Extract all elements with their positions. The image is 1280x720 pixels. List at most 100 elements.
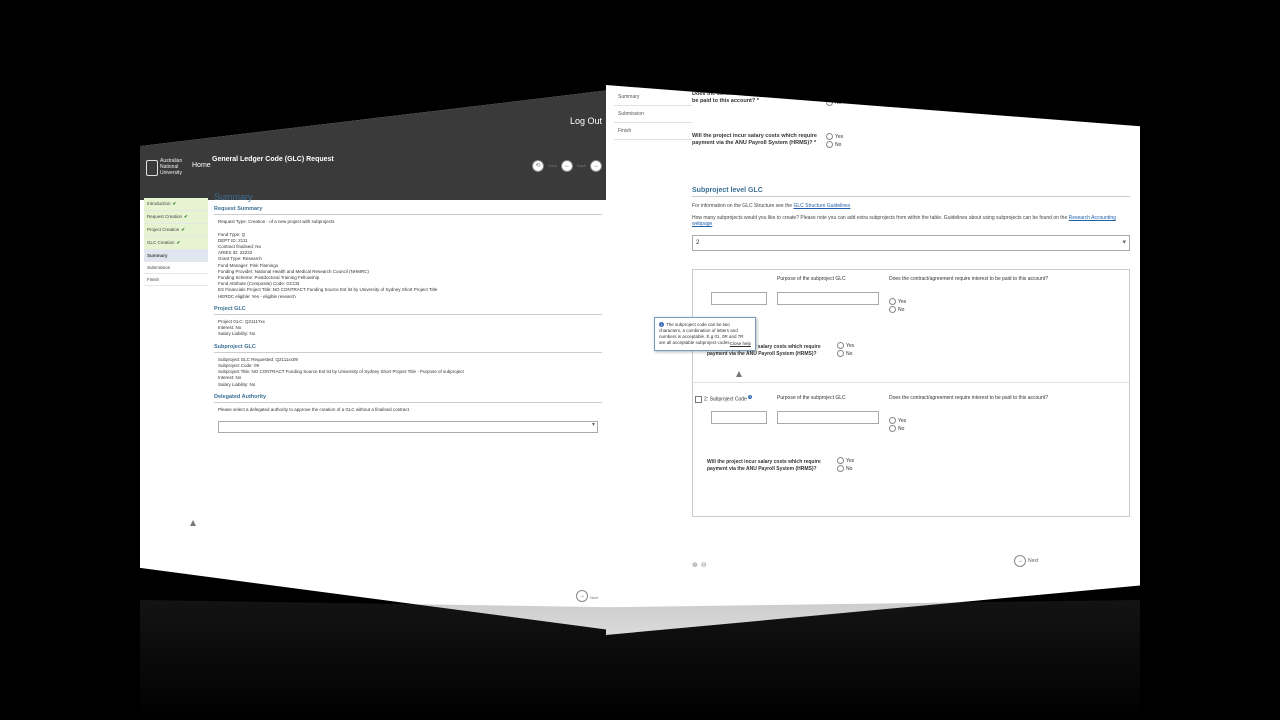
row1-salary-no[interactable]: No	[837, 350, 854, 358]
sidebar-item-summary[interactable]: Summary	[614, 89, 692, 106]
row2-salary-yes[interactable]: Yes	[837, 457, 854, 465]
herdc-eligible: HERDC eligible: Yes - eligible research	[218, 293, 296, 299]
save-button[interactable]: ⟲	[532, 160, 544, 172]
row1-interest-no[interactable]: No	[889, 306, 906, 314]
sidebar-item-label: GLC Creation	[147, 240, 175, 245]
toolbar: ⟲ Save ← Back → Next	[532, 160, 610, 172]
radio-icon	[837, 457, 844, 465]
subproject-level-heading: Subproject level GLC	[692, 187, 1130, 197]
sidebar-item-project-creation[interactable]: Project Creation ✔	[144, 224, 208, 237]
row2-salary-radios: Yes No	[837, 457, 854, 473]
purpose-column-header: Purpose of the subproject GLC	[777, 276, 846, 282]
sidebar-item-label: Introduction	[147, 201, 171, 206]
salary-no-option[interactable]: No	[826, 141, 843, 149]
mouse-cursor-icon	[736, 371, 742, 377]
help-icon[interactable]: ?	[748, 395, 753, 399]
steps-sidebar-right: Summary Submission Finish	[614, 89, 692, 140]
row1-interest-yes[interactable]: Yes	[889, 298, 906, 306]
radio-icon	[889, 425, 896, 433]
row-index: 2	[704, 396, 707, 403]
row2-salary-question: Will the project incur salary costs whic…	[707, 459, 821, 472]
mouse-cursor-icon	[190, 520, 196, 526]
right-next-label: Next	[1028, 558, 1039, 564]
interest-no-option[interactable]: No	[826, 99, 843, 107]
row2-interest-no[interactable]: No	[889, 425, 906, 433]
sidebar-item-introduction[interactable]: Introduction ✔	[144, 198, 208, 211]
logout-link[interactable]: Log Out	[570, 116, 602, 126]
sidebar-item-glc-creation[interactable]: GLC Creation ✔	[144, 237, 208, 250]
yes-label: Yes	[898, 299, 907, 305]
radio-icon	[826, 141, 833, 149]
screen: Log Out Australian National University H…	[0, 0, 1280, 720]
radio-icon	[826, 91, 833, 99]
code-column-header: Subproject Code	[709, 396, 747, 403]
no-label: No	[835, 100, 842, 106]
project-glc-heading: Project GLC	[214, 306, 602, 316]
row-select-checkbox[interactable]	[695, 395, 702, 403]
info-icon: i	[659, 322, 664, 327]
yes-label: Yes	[898, 418, 907, 424]
glc-form: Does the contract/agreement require inte…	[692, 91, 1130, 569]
back-label: Back	[577, 163, 587, 168]
bottom-next-button[interactable]: → Next	[576, 590, 598, 602]
glc-structure-info: For information on the GLC Structure see…	[692, 203, 1130, 209]
close-help-link[interactable]: Close help	[730, 341, 751, 347]
row1-interest-radios: Yes No	[889, 298, 906, 314]
row1-salary-yes[interactable]: Yes	[837, 342, 854, 350]
steps-sidebar: Introduction ✔ Request Creation ✔ Project …	[144, 198, 208, 286]
salary-question: Will the project incur salary costs whic…	[692, 133, 1130, 169]
yes-label: Yes	[846, 343, 855, 349]
table-row: 2: Subproject Code ? Purpose of the subp…	[693, 383, 1129, 495]
delegated-authority-select[interactable]	[218, 421, 598, 434]
subproject-count-select[interactable]: 2	[692, 235, 1130, 251]
sidebar-item-request-creation[interactable]: Request Creation ✔	[144, 211, 208, 224]
yes-label: Yes	[835, 92, 844, 98]
subprojects-table: Purpose of the subproject GLC Does the c…	[692, 269, 1130, 517]
subproject-code-input[interactable]	[711, 411, 767, 424]
subproject-purpose-input[interactable]	[777, 292, 879, 305]
row2-code-header: 2: Subproject Code ?	[695, 395, 753, 403]
sidebar-item-finish[interactable]: Finish	[614, 123, 692, 140]
subproject-salary: Salary Liability: No	[218, 381, 256, 387]
sidebar-item-finish[interactable]: Finish	[144, 274, 208, 286]
sidebar-item-label: Summary	[147, 253, 168, 258]
radio-icon	[826, 133, 833, 141]
info-text: For information on the GLC Structure see…	[692, 203, 793, 209]
row1-salary-radios: Yes No	[837, 342, 854, 358]
sidebar-item-submission[interactable]: Submission	[144, 262, 208, 274]
checkmark-icon: ✔	[172, 201, 177, 206]
delegated-authority-heading: Delegated Authority	[214, 394, 602, 404]
table-row: Purpose of the subproject GLC Does the c…	[693, 270, 1129, 383]
interest-question: Does the contract/agreement require inte…	[692, 91, 1130, 133]
remove-row-icon[interactable]: ⊖	[701, 561, 707, 569]
header-bar: Log Out Australian National University H…	[140, 90, 610, 200]
sidebar-item-summary[interactable]: Summary	[144, 250, 208, 262]
arrow-right-icon: →	[576, 590, 588, 602]
no-label: No	[898, 426, 905, 432]
salary-yes-option[interactable]: Yes	[826, 133, 843, 141]
page-title: General Ledger Code (GLC) Request	[212, 156, 334, 163]
add-row-icon[interactable]: ⊕	[692, 561, 698, 569]
salary-radios: Yes No	[826, 133, 843, 149]
right-next-button[interactable]: → Next	[1014, 555, 1038, 567]
no-label: No	[898, 307, 905, 313]
subproject-glc-heading: Subproject GLC	[214, 344, 602, 353]
floor-reflection	[140, 600, 1140, 720]
bottom-next-label: Next	[590, 595, 599, 600]
home-link[interactable]: Home	[192, 162, 211, 169]
sidebar-item-label: Project Creation	[147, 227, 180, 232]
glc-guidelines-link[interactable]: GLC Structure Guidelines	[793, 203, 850, 209]
checkmark-icon: ✔	[181, 227, 186, 232]
sidebar-item-submission[interactable]: Submission	[614, 106, 692, 123]
sidebar-item-label: Finish	[147, 277, 160, 282]
interest-yes-option[interactable]: Yes	[826, 91, 843, 99]
no-label: No	[846, 466, 853, 472]
next-button[interactable]: →	[590, 160, 603, 172]
subproject-purpose-input[interactable]	[777, 411, 879, 424]
radio-icon	[889, 306, 896, 314]
subproject-code-input[interactable]	[711, 292, 767, 305]
radio-icon	[837, 342, 844, 350]
back-button[interactable]: ←	[561, 160, 574, 172]
row2-salary-no[interactable]: No	[837, 465, 854, 473]
row2-interest-yes[interactable]: Yes	[889, 417, 906, 425]
